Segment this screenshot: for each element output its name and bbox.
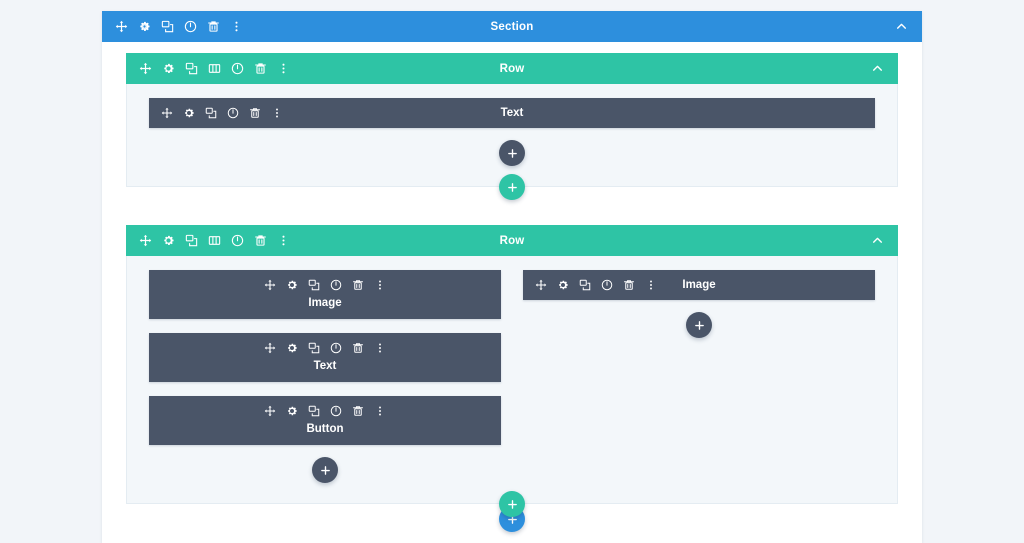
module-label: Image xyxy=(308,297,342,309)
row-collapse-button[interactable] xyxy=(871,234,898,247)
duplicate-icon[interactable] xyxy=(205,107,217,119)
row-toolbar[interactable]: Row xyxy=(126,225,898,256)
trash-icon[interactable] xyxy=(254,234,267,247)
add-module-holder xyxy=(523,312,875,338)
duplicate-icon[interactable] xyxy=(308,279,320,291)
more-vertical-icon[interactable] xyxy=(271,107,283,119)
chevron-up-icon xyxy=(871,234,884,247)
more-vertical-icon[interactable] xyxy=(645,279,657,291)
columns-icon[interactable] xyxy=(208,62,221,75)
move-icon[interactable] xyxy=(161,107,173,119)
add-module-button[interactable] xyxy=(312,457,338,483)
trash-icon[interactable] xyxy=(249,107,261,119)
add-module-holder xyxy=(149,457,501,483)
module-toolbar-icons xyxy=(523,279,657,291)
gear-icon[interactable] xyxy=(286,342,298,354)
module-image[interactable]: Image xyxy=(149,270,501,319)
module-button[interactable]: Button xyxy=(149,396,501,445)
power-icon[interactable] xyxy=(231,234,244,247)
chevron-up-icon xyxy=(871,62,884,75)
trash-icon[interactable] xyxy=(254,62,267,75)
add-row-holder-bottom xyxy=(102,491,922,517)
trash-icon[interactable] xyxy=(352,279,364,291)
module-label: Button xyxy=(306,423,344,435)
duplicate-icon[interactable] xyxy=(161,20,174,33)
gear-icon[interactable] xyxy=(183,107,195,119)
section-toolbar[interactable]: Section xyxy=(102,11,922,42)
row-toolbar[interactable]: Row xyxy=(126,53,898,84)
gear-icon[interactable] xyxy=(557,279,569,291)
add-row-button[interactable] xyxy=(499,174,525,200)
power-icon[interactable] xyxy=(231,62,244,75)
row-toolbar-icons xyxy=(126,234,290,247)
gear-icon[interactable] xyxy=(286,279,298,291)
row-container: Row xyxy=(126,53,898,187)
row-toolbar-icons xyxy=(126,62,290,75)
duplicate-icon[interactable] xyxy=(185,234,198,247)
column: Text xyxy=(149,98,875,166)
power-icon[interactable] xyxy=(184,20,197,33)
row-body: Text xyxy=(127,84,897,186)
column: Image xyxy=(149,270,501,483)
add-module-holder xyxy=(149,140,875,166)
move-icon[interactable] xyxy=(139,234,152,247)
row-body: Image Text Button Image xyxy=(127,256,897,503)
power-icon[interactable] xyxy=(330,279,342,291)
module-image[interactable]: Image xyxy=(523,270,875,300)
module-text[interactable]: Text xyxy=(149,333,501,382)
gear-icon[interactable] xyxy=(162,62,175,75)
add-module-button[interactable] xyxy=(499,140,525,166)
row-container: Row xyxy=(126,225,898,504)
power-icon[interactable] xyxy=(330,405,342,417)
duplicate-icon[interactable] xyxy=(579,279,591,291)
more-vertical-icon[interactable] xyxy=(277,234,290,247)
add-module-button[interactable] xyxy=(686,312,712,338)
columns-icon[interactable] xyxy=(208,234,221,247)
module-toolbar-icons xyxy=(149,342,501,354)
trash-icon[interactable] xyxy=(623,279,635,291)
module-toolbar-icons xyxy=(149,107,283,119)
duplicate-icon[interactable] xyxy=(308,405,320,417)
more-vertical-icon[interactable] xyxy=(374,342,386,354)
add-row-holder-top xyxy=(102,174,922,200)
move-icon[interactable] xyxy=(115,20,128,33)
power-icon[interactable] xyxy=(227,107,239,119)
move-icon[interactable] xyxy=(264,342,276,354)
module-text[interactable]: Text xyxy=(149,98,875,128)
trash-icon[interactable] xyxy=(352,405,364,417)
add-row-button[interactable] xyxy=(499,491,525,517)
section-collapse-button[interactable] xyxy=(895,20,922,33)
more-vertical-icon[interactable] xyxy=(277,62,290,75)
gear-icon[interactable] xyxy=(162,234,175,247)
gear-icon[interactable] xyxy=(138,20,151,33)
move-icon[interactable] xyxy=(264,279,276,291)
section-toolbar-icons xyxy=(102,20,243,33)
chevron-up-icon xyxy=(895,20,908,33)
duplicate-icon[interactable] xyxy=(185,62,198,75)
move-icon[interactable] xyxy=(139,62,152,75)
more-vertical-icon[interactable] xyxy=(230,20,243,33)
move-icon[interactable] xyxy=(264,405,276,417)
more-vertical-icon[interactable] xyxy=(374,405,386,417)
section-container: Section Row Text Row Image Text Button I… xyxy=(102,11,922,543)
move-icon[interactable] xyxy=(535,279,547,291)
column-set: Image Text Button Image xyxy=(149,270,875,483)
module-toolbar-icons xyxy=(149,279,501,291)
trash-icon[interactable] xyxy=(207,20,220,33)
column: Image xyxy=(523,270,875,338)
builder-canvas: Section Row Text Row Image Text Button I… xyxy=(0,0,1024,543)
power-icon[interactable] xyxy=(601,279,613,291)
column-set: Text xyxy=(149,98,875,166)
module-label: Text xyxy=(313,360,337,372)
module-toolbar-icons xyxy=(149,405,501,417)
gear-icon[interactable] xyxy=(286,405,298,417)
more-vertical-icon[interactable] xyxy=(374,279,386,291)
duplicate-icon[interactable] xyxy=(308,342,320,354)
section-body: Row Text Row Image Text Button Image xyxy=(102,42,922,543)
power-icon[interactable] xyxy=(330,342,342,354)
trash-icon[interactable] xyxy=(352,342,364,354)
row-collapse-button[interactable] xyxy=(871,62,898,75)
